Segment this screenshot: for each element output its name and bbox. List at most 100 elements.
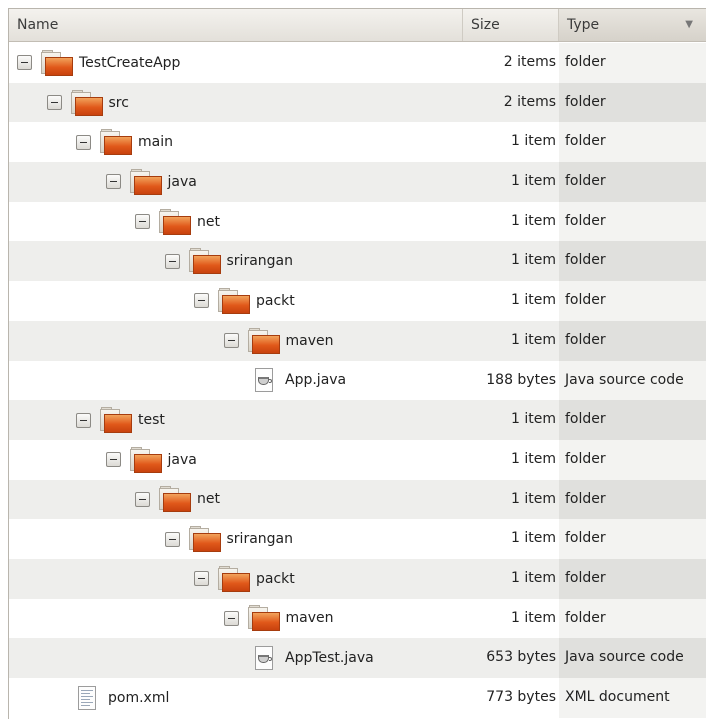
file-type: folder <box>565 54 606 70</box>
tree-row[interactable]: packt 1 item folder <box>9 281 706 321</box>
tree-row[interactable]: java 1 item folder <box>9 439 706 480</box>
file-size: 2 items <box>503 93 556 110</box>
file-size: 1 item <box>511 569 556 586</box>
tree-row[interactable]: test 1 item folder <box>9 400 706 440</box>
file-name: net <box>197 491 220 508</box>
file-size: 1 item <box>511 292 556 309</box>
file-name: java <box>167 451 197 468</box>
collapse-toggle-icon[interactable] <box>105 174 121 190</box>
name-cell: maven <box>223 599 334 639</box>
collapse-toggle-icon[interactable] <box>135 491 150 507</box>
folder-icon <box>157 208 191 236</box>
column-header-type[interactable]: Type ▼ <box>559 9 706 41</box>
folder-icon <box>128 446 162 474</box>
collapse-toggle-icon[interactable] <box>164 253 180 269</box>
tree-row[interactable]: main 1 item folder <box>9 122 706 163</box>
file-type: folder <box>565 252 606 269</box>
folder-icon <box>98 406 132 434</box>
tree-row[interactable]: net 1 item folder <box>9 479 706 520</box>
collapse-toggle-icon[interactable] <box>76 412 91 428</box>
collapse-toggle-icon[interactable] <box>164 531 180 547</box>
tree-row[interactable]: packt 1 item folder <box>9 558 706 599</box>
collapse-toggle-icon[interactable] <box>46 95 62 111</box>
tree-row[interactable]: App.java 188 bytes Java source code <box>9 360 706 401</box>
file-size: 1 item <box>511 609 556 626</box>
tree-row[interactable]: TestCreateApp 2 items folder <box>9 43 706 83</box>
file-size: 1 item <box>511 212 556 229</box>
name-cell: main <box>76 122 173 162</box>
file-type: folder <box>565 212 606 229</box>
collapse-toggle-icon[interactable] <box>105 452 121 468</box>
name-cell: TestCreateApp <box>17 43 180 83</box>
name-cell: packt <box>194 559 295 599</box>
column-header-name[interactable]: Name <box>9 9 463 41</box>
sort-descending-icon[interactable]: ▼ <box>685 9 693 41</box>
folder-icon <box>216 287 250 315</box>
file-size: 1 item <box>511 490 556 507</box>
java-file-icon <box>253 645 275 671</box>
column-header-size[interactable]: Size <box>463 9 559 41</box>
file-size: 2 items <box>503 54 556 70</box>
file-name: java <box>167 173 197 190</box>
tree-row[interactable]: pom.xml 773 bytes XML document <box>9 678 706 718</box>
file-name: main <box>138 134 173 151</box>
file-name: packt <box>256 292 295 309</box>
file-name: net <box>197 213 220 230</box>
folder-icon <box>246 327 280 355</box>
file-name: packt <box>256 570 295 587</box>
file-list-view: Name Size Type ▼ TestCreateApp 2 items fol… <box>8 8 706 719</box>
file-type: folder <box>565 609 606 626</box>
column-header-name-label: Name <box>17 17 59 33</box>
tree-row[interactable]: src 2 items folder <box>9 82 706 123</box>
tree-row[interactable]: maven 1 item folder <box>9 598 706 639</box>
file-name: TestCreateApp <box>79 54 181 71</box>
file-size: 1 item <box>511 331 556 348</box>
file-type: folder <box>565 292 606 309</box>
column-header-bar: Name Size Type ▼ <box>9 9 706 42</box>
file-name: App.java <box>285 372 347 389</box>
tree-row[interactable]: srirangan 1 item folder <box>9 241 706 282</box>
file-type: folder <box>565 93 606 110</box>
file-type: folder <box>565 133 606 150</box>
collapse-toggle-icon[interactable] <box>223 610 239 626</box>
folder-icon <box>246 604 280 632</box>
file-name: test <box>138 412 165 429</box>
tree-row[interactable]: maven 1 item folder <box>9 320 706 361</box>
tree-row[interactable]: AppTest.java 653 bytes Java source code <box>9 638 706 678</box>
name-cell: pom.xml <box>76 678 169 718</box>
collapse-toggle-icon[interactable] <box>76 134 91 150</box>
collapse-toggle-icon[interactable] <box>17 55 32 71</box>
file-size: 653 bytes <box>486 649 556 666</box>
name-cell: maven <box>223 321 334 361</box>
tree-row[interactable]: net 1 item folder <box>9 201 706 242</box>
folder-icon <box>187 247 221 275</box>
name-cell: test <box>76 400 165 440</box>
file-type: folder <box>565 490 606 507</box>
tree-row[interactable]: java 1 item folder <box>9 162 706 202</box>
name-cell: net <box>135 480 220 520</box>
file-name: AppTest.java <box>285 650 374 667</box>
file-size: 1 item <box>511 173 556 190</box>
name-cell: App.java <box>253 361 346 401</box>
file-size: 1 item <box>511 411 556 428</box>
collapse-toggle-icon[interactable] <box>223 333 239 349</box>
file-name: src <box>108 94 129 111</box>
file-type: XML document <box>565 689 670 705</box>
name-cell: java <box>105 162 197 202</box>
collapse-toggle-icon[interactable] <box>194 571 209 587</box>
folder-icon <box>216 565 250 593</box>
folder-icon <box>98 128 132 156</box>
file-type: folder <box>565 530 606 547</box>
folder-icon <box>69 89 103 117</box>
file-type: folder <box>565 331 606 348</box>
collapse-toggle-icon[interactable] <box>135 214 150 230</box>
file-name: maven <box>285 610 334 627</box>
collapse-toggle-icon[interactable] <box>194 293 209 309</box>
tree-row[interactable]: srirangan 1 item folder <box>9 519 706 559</box>
folder-icon <box>128 168 162 196</box>
name-cell: src <box>46 83 129 123</box>
name-cell: srirangan <box>164 519 293 559</box>
file-tree: TestCreateApp 2 items folder src 2 items fold… <box>9 43 706 718</box>
file-name: srirangan <box>226 253 294 270</box>
file-type: Java source code <box>565 371 684 388</box>
